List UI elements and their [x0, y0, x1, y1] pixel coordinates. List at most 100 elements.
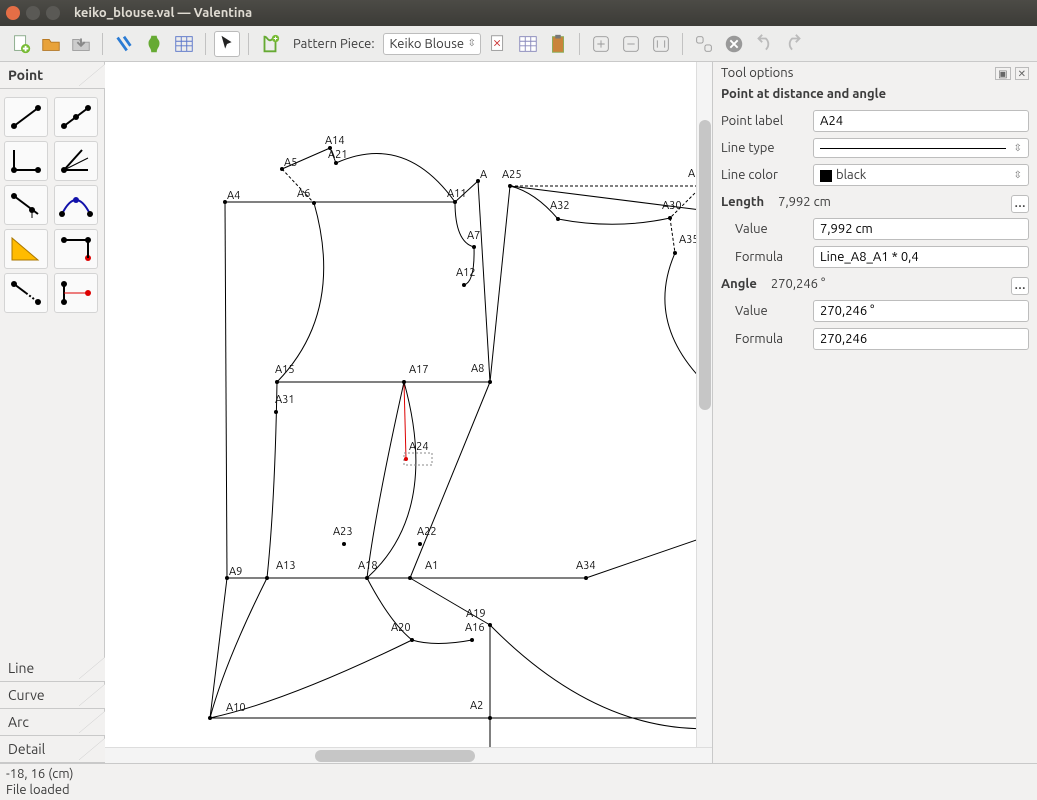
point-label-A16[interactable]: A16 — [465, 622, 485, 634]
point-label-A8[interactable]: A8 — [471, 363, 484, 375]
window-minimize-button[interactable] — [26, 6, 40, 20]
tab-arc[interactable]: Arc — [0, 709, 104, 736]
angle-value-input[interactable] — [813, 300, 1029, 322]
length-formula-lbl: Formula — [721, 250, 805, 264]
tab-line[interactable]: Line — [0, 655, 104, 682]
line-color-select[interactable]: black⇳ — [813, 164, 1029, 186]
tool-point-shoulder[interactable] — [4, 185, 48, 225]
line-type-select[interactable]: ⇳ — [813, 138, 1029, 158]
point-label-A22[interactable]: A22 — [417, 526, 437, 538]
point-label-A23[interactable]: A23 — [333, 526, 353, 538]
point-label-A12[interactable]: A12 — [456, 267, 476, 279]
point-label-A35[interactable]: A35 — [679, 234, 696, 246]
tool-point-bisector[interactable] — [54, 141, 98, 181]
length-formula-button[interactable]: … — [1011, 195, 1029, 213]
panel-float-icon[interactable]: ▣ — [995, 67, 1010, 80]
point-label-A6[interactable]: A6 — [297, 188, 310, 200]
tool-point-xy[interactable] — [4, 273, 48, 313]
point-label-A9[interactable]: A9 — [229, 566, 242, 578]
point-label-A2[interactable]: A2 — [470, 700, 483, 712]
point-label-A17[interactable]: A17 — [409, 364, 429, 376]
point-label-A32[interactable]: A32 — [550, 200, 570, 212]
point-label-A5[interactable]: A5 — [284, 157, 297, 169]
tool-point-on-line[interactable] — [54, 97, 98, 137]
tab-detail[interactable]: Detail — [0, 736, 104, 763]
zoom-fit-button[interactable] — [648, 31, 674, 57]
point-label-A10[interactable]: A10 — [226, 702, 246, 714]
tool-point-curve-intersect[interactable] — [54, 185, 98, 225]
tab-point[interactable]: Point — [0, 62, 104, 89]
tool-options-title: Tool options — [721, 66, 793, 80]
zoom-out-button[interactable] — [618, 31, 644, 57]
panel-close-icon[interactable]: ✕ — [1015, 67, 1029, 80]
redo-button[interactable] — [781, 31, 807, 57]
main-toolbar: Pattern Piece: Keiko Blouse — [0, 26, 1037, 62]
tool-point-distance-angle[interactable] — [4, 97, 48, 137]
clipboard-button[interactable] — [545, 31, 571, 57]
length-value-lbl: Value — [721, 222, 805, 236]
pattern-piece-select[interactable]: Keiko Blouse — [383, 33, 481, 55]
angle-formula-input[interactable] — [813, 328, 1029, 350]
length-value-input[interactable] — [813, 218, 1029, 240]
tool-point-normal[interactable] — [4, 141, 48, 181]
point-label-A19[interactable]: A19 — [466, 608, 486, 620]
length-label: Length — [721, 195, 764, 213]
angle-value-lbl: Value — [721, 304, 805, 318]
pattern-piece-label: Pattern Piece: — [287, 37, 379, 51]
line-color-lbl: Line color — [721, 168, 805, 182]
zoom-original-button[interactable] — [691, 31, 717, 57]
undo-button[interactable] — [751, 31, 777, 57]
angle-formula-lbl: Formula — [721, 332, 805, 346]
length-display: 7,992 cm — [778, 195, 1011, 213]
variables-button[interactable] — [485, 31, 511, 57]
angle-label: Angle — [721, 277, 757, 295]
window-maximize-button[interactable] — [46, 6, 60, 20]
point-label-A7[interactable]: A7 — [467, 230, 480, 242]
point-label-A25[interactable]: A25 — [502, 169, 522, 181]
point-label-A31[interactable]: A31 — [275, 394, 295, 406]
angle-formula-button[interactable]: … — [1011, 277, 1029, 295]
table-button[interactable] — [515, 31, 541, 57]
angle-display: 270,246 ° — [771, 277, 1011, 295]
window-title: keiko_blouse.val — Valentina — [74, 6, 252, 20]
point-label-A21[interactable]: A21 — [328, 149, 348, 161]
line-type-lbl: Line type — [721, 141, 805, 155]
window-close-button[interactable] — [6, 6, 20, 20]
tool-point-perpendicular[interactable] — [54, 273, 98, 313]
body-button[interactable] — [141, 31, 167, 57]
tab-curve[interactable]: Curve — [0, 682, 104, 709]
point-label-A15[interactable]: A15 — [275, 364, 295, 376]
point-label-lbl: Point label — [721, 114, 805, 128]
vertical-scrollbar[interactable] — [696, 62, 712, 747]
new-file-button[interactable] — [8, 31, 34, 57]
pointer-tool-button[interactable] — [214, 31, 240, 57]
open-file-button[interactable] — [38, 31, 64, 57]
point-label-A4[interactable]: A4 — [227, 190, 240, 202]
point-label-A29[interactable]: A29 — [688, 168, 696, 180]
measurements-button[interactable] — [111, 31, 137, 57]
point-label-A18[interactable]: A18 — [358, 560, 378, 572]
drawing-canvas[interactable]: AA1A2A3A4A5A6A7A8A9A10A11A12A13A14A15A16… — [105, 62, 696, 747]
tool-name-label: Point at distance and angle — [713, 84, 1037, 107]
point-label-input[interactable] — [813, 110, 1029, 132]
point-label-A34[interactable]: A34 — [576, 560, 596, 572]
length-formula-input[interactable] — [813, 246, 1029, 268]
point-label-A14[interactable]: A14 — [325, 135, 345, 147]
point-label-A30[interactable]: A30 — [662, 200, 682, 212]
point-label-A13[interactable]: A13 — [276, 560, 296, 572]
point-label-A[interactable]: A — [480, 169, 487, 181]
status-message: File loaded — [6, 782, 1031, 798]
save-file-button[interactable] — [68, 31, 94, 57]
grid-button[interactable] — [171, 31, 197, 57]
tool-point-intersection[interactable] — [54, 229, 98, 269]
point-label-A24[interactable]: A24 — [409, 441, 429, 453]
point-label-A20[interactable]: A20 — [391, 622, 411, 634]
horizontal-scrollbar[interactable] — [105, 747, 712, 763]
tool-triangle[interactable] — [4, 229, 48, 269]
stop-button[interactable] — [721, 31, 747, 57]
status-coordinates: -18, 16 (cm) — [6, 766, 1031, 782]
new-piece-button[interactable] — [257, 31, 283, 57]
point-label-A11[interactable]: A11 — [447, 188, 467, 200]
point-label-A1[interactable]: A1 — [425, 560, 438, 572]
zoom-in-button[interactable] — [588, 31, 614, 57]
